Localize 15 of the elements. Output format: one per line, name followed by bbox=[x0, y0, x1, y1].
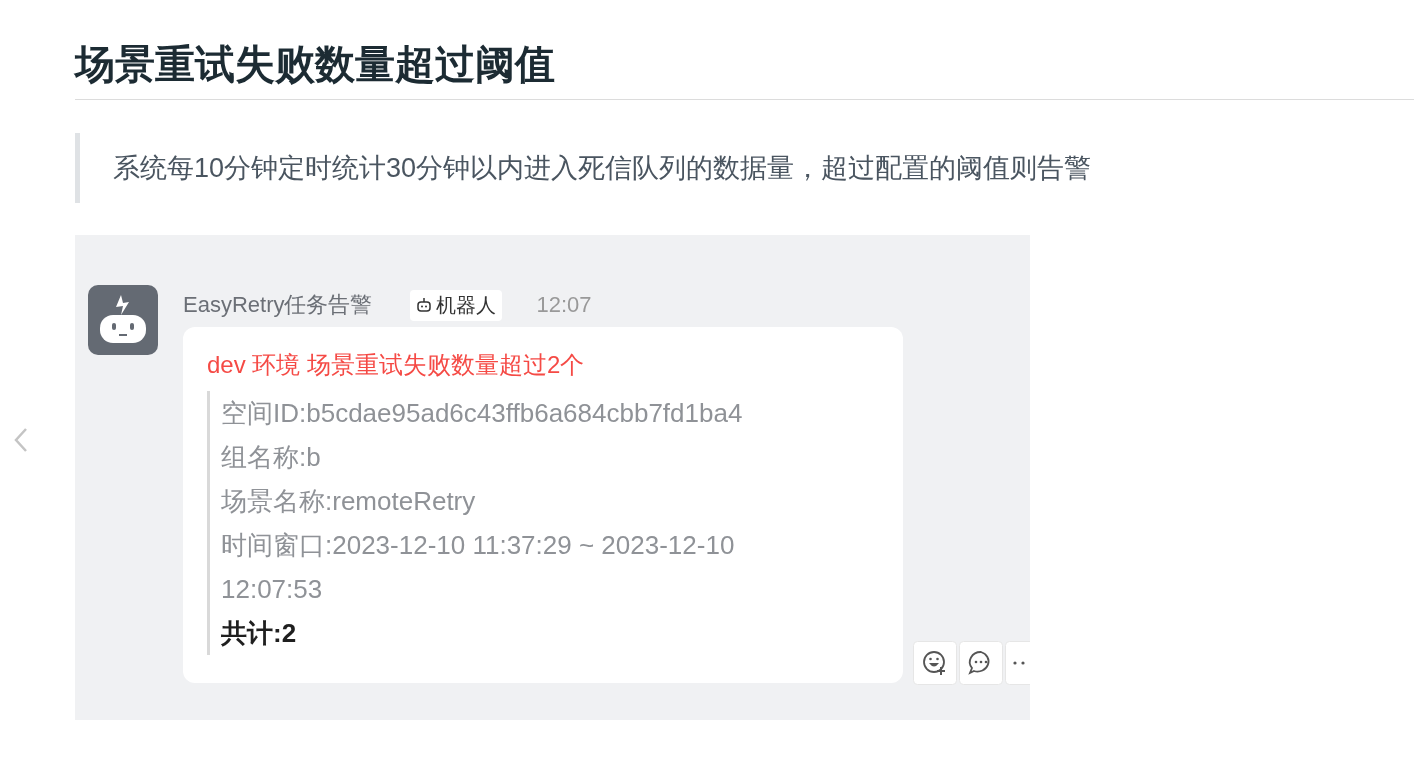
message-line: 空间ID:b5cdae95ad6c43ffb6a684cbb7fd1ba4 bbox=[221, 397, 744, 430]
note-text: 系统每10分钟定时统计30分钟以内进入死信队列的数据量，超过配置的阈值则告警 bbox=[113, 152, 1092, 185]
comment-icon[interactable] bbox=[959, 641, 1003, 685]
add-reaction-icon[interactable] bbox=[913, 641, 957, 685]
message-line: 场景名称:remoteRetry bbox=[221, 485, 477, 518]
message-line: 组名称:b bbox=[221, 441, 322, 474]
robot-avatar-icon bbox=[88, 285, 158, 355]
message-line: 时间窗口:2023-12-10 11:37:29 ~ 2023-12-10 12:07:53 bbox=[221, 529, 736, 606]
message-time: 12:07 bbox=[536, 292, 592, 318]
robot-icon bbox=[416, 297, 433, 313]
alert-title: dev 环境 场景重试失败数量超过2个 bbox=[207, 350, 586, 380]
total-line: 共计:2 bbox=[221, 617, 298, 650]
sender-name: EasyRetry任务告警 bbox=[183, 291, 373, 319]
badge-label: 机器人 bbox=[436, 292, 497, 318]
page-heading: 场景重试失败数量超过阈值 bbox=[75, 40, 1414, 100]
